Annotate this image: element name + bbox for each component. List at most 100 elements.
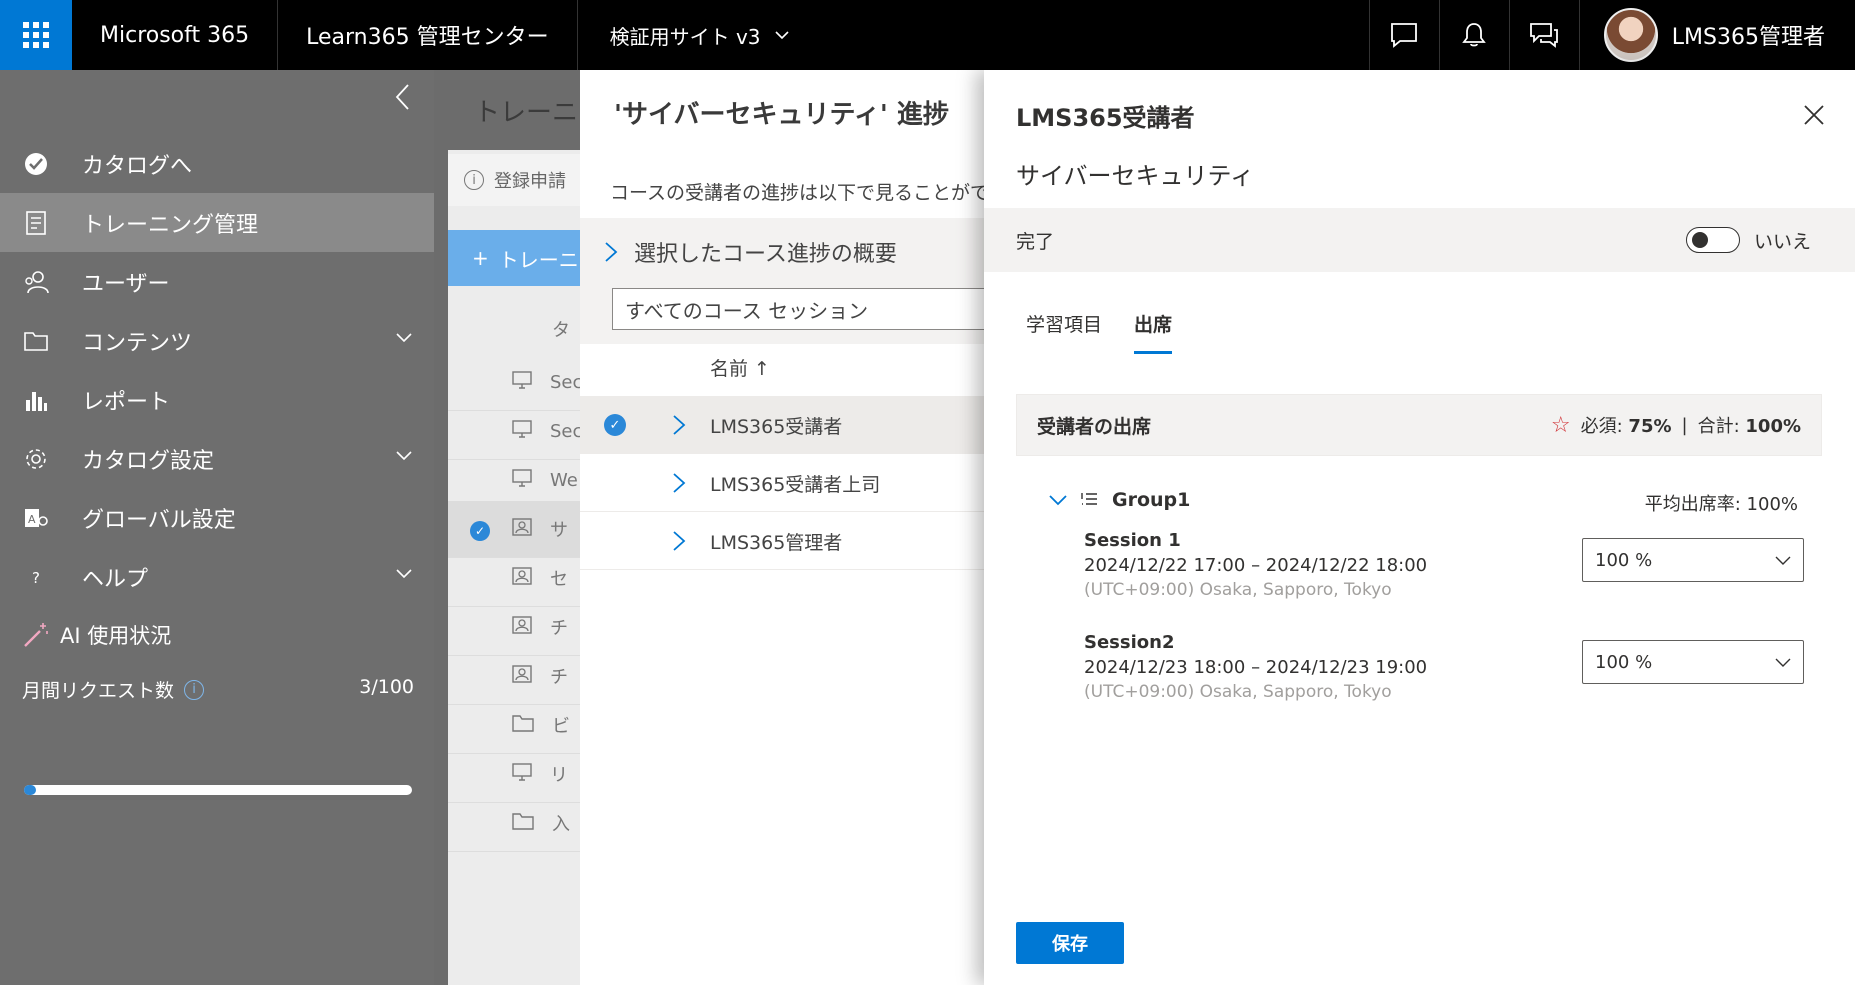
learner-name: LMS365管理者 (710, 532, 843, 554)
add-training-label: トレーニ (498, 247, 579, 272)
monthly-requests-value: 3/100 (359, 676, 414, 698)
nav-item-label: レポート (82, 389, 171, 415)
learner-detail-panel: LMS365受講者 サイバーセキュリティ 完了 いいえ 学習項目 出席 受講者の… (984, 70, 1855, 985)
ai-usage-heading: AI 使用状況 (22, 620, 171, 650)
total-attendance: 合計: 100% (1698, 412, 1801, 438)
info-icon[interactable]: i (184, 679, 205, 700)
magic-wand-icon (24, 623, 48, 647)
attendance-title: 受講者の出席 (1037, 415, 1152, 438)
classroom-icon (512, 615, 532, 639)
required-value: 75% (1628, 416, 1672, 437)
progress-summary-toggle[interactable]: 選択したコース進捗の概要 (580, 218, 984, 286)
group-row[interactable]: Group1 平均出席率: 100% (1048, 480, 1798, 520)
add-training-button[interactable]: + トレーニ (448, 230, 588, 286)
user-menu[interactable]: LMS365管理者 (1578, 0, 1855, 70)
chevron-down-icon[interactable] (396, 449, 412, 461)
site-selector-label: 検証用サイト v3 (609, 24, 761, 49)
chevron-right-icon[interactable] (672, 472, 686, 494)
chevron-down-icon[interactable] (396, 567, 412, 579)
site-selector[interactable]: 検証用サイト v3 (578, 21, 821, 50)
monthly-requests-progress-fill (24, 785, 36, 795)
attendance-dropdown[interactable]: 100 % (1582, 538, 1804, 582)
classroom-icon (512, 664, 532, 688)
nav-item-users[interactable]: ユーザー (0, 252, 434, 311)
training-name: Sec (550, 371, 583, 393)
monitor-icon (512, 468, 532, 492)
completion-toggle[interactable] (1685, 227, 1740, 253)
nav-item-label: カタログへ (82, 153, 193, 179)
nav-item-reports[interactable]: レポート (0, 370, 434, 429)
progress-summary-label: 選択したコース進捗の概要 (634, 242, 897, 267)
app-launcher-button[interactable] (0, 0, 72, 70)
feedback-button[interactable] (1508, 0, 1579, 70)
left-nav: カタログへ トレーニング管理 ユーザー コンテンツ レポート カタログ設定 A … (0, 70, 434, 985)
separator: | (1681, 414, 1688, 436)
checkmark-icon[interactable]: ✓ (604, 414, 626, 436)
avatar (1603, 8, 1658, 62)
chevron-down-icon (1775, 658, 1791, 667)
question-icon: ? (22, 563, 50, 591)
nav-item-label: コンテンツ (82, 330, 193, 356)
bar-chart-icon (22, 386, 50, 414)
panel-title: 'サイバーセキュリティ' 進捗 (614, 100, 949, 130)
attendance-dropdown[interactable]: 100 % (1582, 640, 1804, 684)
folder-icon (512, 714, 534, 737)
training-name: チ (550, 618, 568, 639)
training-name: ビ (552, 716, 570, 737)
chevron-down-icon[interactable] (1048, 493, 1068, 507)
users-icon (22, 268, 50, 296)
learner-row[interactable]: LMS365管理者 (580, 512, 984, 570)
training-name: サ (550, 520, 568, 541)
chevron-right-icon[interactable] (672, 530, 686, 552)
session-row: Session 1 2024/12/22 17:00 – 2024/12/22 … (1084, 530, 1804, 610)
plus-icon: + (472, 246, 489, 270)
chevron-right-icon[interactable] (672, 414, 686, 436)
learner-name: LMS365受講者上司 (710, 474, 881, 496)
close-icon[interactable] (1803, 104, 1825, 126)
nav-item-label: グローバル設定 (82, 507, 236, 533)
chat-button[interactable] (1368, 0, 1439, 70)
monitor-icon (512, 419, 532, 443)
monitor-icon (512, 370, 532, 394)
admin-center-title[interactable]: Learn365 管理センター (278, 0, 578, 70)
chevron-down-icon[interactable] (396, 331, 412, 343)
list-icon (1081, 493, 1097, 505)
panel-title: LMS365受講者 (1016, 104, 1195, 132)
session-filter-bar: すべてのコース セッション (580, 286, 984, 344)
nav-item-training-management[interactable]: トレーニング管理 (0, 193, 434, 252)
bell-icon (1462, 23, 1487, 47)
ai-usage-label: AI 使用状況 (60, 624, 172, 648)
nav-item-contents[interactable]: コンテンツ (0, 311, 434, 370)
nav-item-global-settings[interactable]: A グローバル設定 (0, 488, 434, 547)
save-button[interactable]: 保存 (1016, 922, 1124, 964)
nav-item-label: カタログ設定 (82, 448, 215, 474)
chevron-right-icon (605, 242, 618, 262)
name-column-header[interactable]: 名前 ↑ (710, 354, 770, 381)
session-filter-dropdown[interactable]: すべてのコース セッション (612, 288, 984, 330)
completion-toggle-label: いいえ (1753, 230, 1811, 253)
notifications-button[interactable] (1438, 0, 1509, 70)
checkmark-icon[interactable]: ✓ (470, 521, 490, 541)
completion-row: 完了 いいえ (984, 208, 1855, 272)
admin-settings-icon: A (22, 504, 50, 532)
nav-item-catalog[interactable]: カタログへ (0, 134, 434, 193)
app-name[interactable]: Microsoft 365 (72, 0, 279, 70)
collapse-nav-icon[interactable] (388, 82, 418, 112)
attendance-value: 100 % (1595, 549, 1653, 571)
total-label: 合計: (1697, 416, 1746, 437)
learner-row[interactable]: ✓ LMS365受講者 (580, 396, 984, 454)
training-name: Sec (550, 420, 583, 442)
tab-attendance[interactable]: 出席 (1134, 310, 1173, 354)
training-row[interactable]: 入 (448, 795, 588, 852)
required-attendance: 必須: 75% (1581, 412, 1672, 438)
clipboard-icon (22, 209, 50, 237)
nav-item-help[interactable]: ? ヘルプ (0, 547, 434, 606)
session-timezone: (UTC+09:00) Osaka, Sapporo, Tokyo (1084, 682, 1392, 702)
attendance-header: 受講者の出席 ☆ 必須: 75% | 合計: 100% (1016, 394, 1822, 456)
monitor-icon (512, 762, 532, 786)
tab-learning-items[interactable]: 学習項目 (1026, 310, 1102, 354)
nav-list: カタログへ トレーニング管理 ユーザー コンテンツ レポート カタログ設定 A … (0, 134, 434, 606)
nav-item-catalog-settings[interactable]: カタログ設定 (0, 429, 434, 488)
training-name: 入 (552, 814, 570, 835)
learner-row[interactable]: LMS365受講者上司 (580, 454, 984, 512)
